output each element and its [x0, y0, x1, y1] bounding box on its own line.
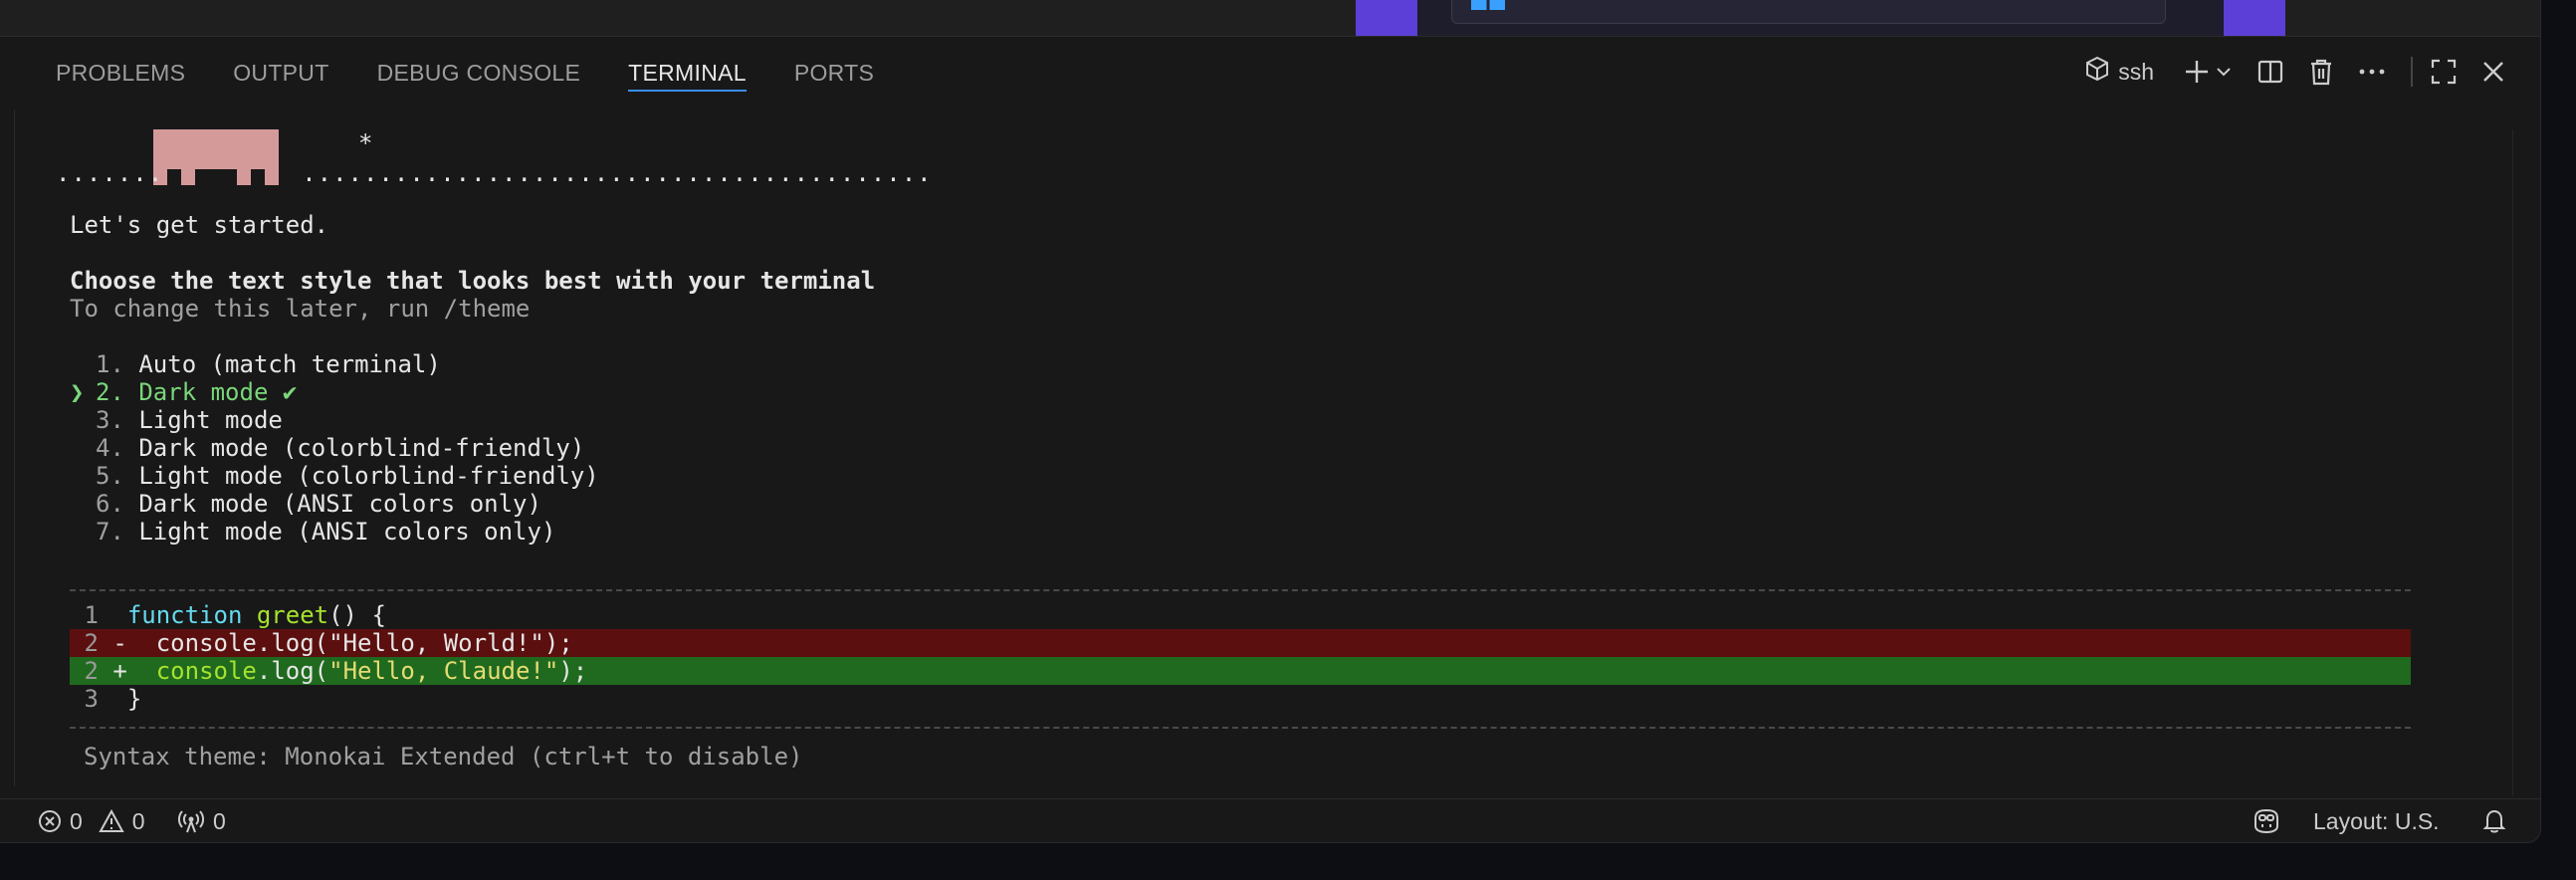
vscode-window: PROBLEMS OUTPUT DEBUG CONSOLE TERMINAL P… [0, 0, 2541, 843]
new-terminal-button[interactable] [2184, 54, 2210, 90]
tab-problems[interactable]: PROBLEMS [56, 52, 185, 92]
trash-icon [2311, 59, 2331, 86]
kill-terminal-button[interactable] [2309, 54, 2333, 90]
code-line-1: 1 function greet() { [84, 601, 386, 629]
warning-icon [99, 809, 124, 832]
panel-actions: ssh [2086, 54, 2504, 90]
syntax-theme-note: Syntax theme: Monokai Extended (ctrl+t t… [84, 743, 803, 770]
tab-debug-console[interactable]: DEBUG CONSOLE [377, 52, 581, 92]
terminal-output[interactable]: ....... ................................… [0, 119, 2508, 786]
close-icon [2483, 62, 2503, 82]
problems-status[interactable]: 0 0 [38, 807, 145, 835]
terminal-dropdown-button[interactable] [2216, 54, 2232, 90]
notifications-button[interactable] [2482, 807, 2506, 835]
terminal-profile-button[interactable]: ssh [2086, 54, 2154, 90]
banner-star: * [358, 129, 373, 157]
broadcast-icon [178, 810, 204, 833]
close-panel-button[interactable] [2482, 54, 2504, 90]
code-line-3: 3 } [84, 685, 142, 713]
ports-status[interactable]: 0 [177, 807, 226, 835]
tab-terminal[interactable]: TERMINAL [628, 52, 747, 92]
terminal-profile-label: ssh [2118, 58, 2154, 85]
windows-logo-icon [1471, 0, 1505, 10]
code-line-added: 2 + console.log("Hello, Claude!"); [70, 657, 2411, 685]
theme-option[interactable]: 6. Dark mode (ANSI colors only) [96, 490, 541, 518]
intro-text: Let's get started. [70, 211, 329, 239]
status-bar: 0 0 0 Layout: U.S. [0, 798, 2540, 842]
terminal-profile-icon [2086, 56, 2109, 87]
theme-option[interactable]: 1. Auto (match terminal) [96, 350, 441, 378]
actions-separator [2411, 57, 2413, 87]
chevron-down-icon [2217, 68, 2231, 77]
bell-icon [2482, 809, 2506, 833]
remote-window-field [1451, 0, 2166, 24]
split-terminal-button[interactable] [2257, 54, 2283, 90]
keyboard-layout-status[interactable]: Layout: U.S. [2313, 807, 2440, 835]
preview-top-divider [70, 589, 2411, 591]
preview-bottom-divider [70, 727, 2411, 729]
terminal-scrollbar[interactable] [2512, 129, 2540, 796]
ellipsis-icon [2359, 69, 2385, 75]
theme-hint: To change this later, run /theme [70, 295, 531, 323]
code-line-removed: 2 - console.log("Hello, World!"); [70, 629, 2411, 657]
tab-output[interactable]: OUTPUT [233, 52, 328, 92]
theme-heading: Choose the text style that looks best wi… [70, 267, 876, 295]
editor-top-strip [0, 0, 2540, 37]
theme-option[interactable]: 4. Dark mode (colorblind-friendly) [96, 434, 584, 462]
panel-tabs: PROBLEMS OUTPUT DEBUG CONSOLE TERMINAL P… [56, 52, 874, 92]
theme-option[interactable]: 3. Light mode [96, 406, 283, 434]
copilot-icon [2254, 808, 2278, 834]
error-count: 0 [70, 807, 83, 834]
error-icon [39, 810, 61, 832]
theme-option[interactable]: 5. Light mode (colorblind-friendly) [96, 462, 599, 490]
more-actions-button[interactable] [2359, 54, 2385, 90]
maximize-icon [2431, 59, 2457, 85]
tab-ports[interactable]: PORTS [794, 52, 874, 92]
maximize-panel-button[interactable] [2431, 54, 2457, 90]
plus-icon [2186, 61, 2208, 83]
split-icon [2257, 60, 2283, 84]
theme-option[interactable]: 7. Light mode (ANSI colors only) [96, 518, 555, 546]
warning-count: 0 [131, 807, 145, 834]
theme-option-selected[interactable]: 2. Dark mode ✔ [96, 378, 297, 406]
selection-cursor: ❯ [70, 378, 85, 406]
ports-count: 0 [213, 807, 226, 834]
banner-dots: ....... ................................… [56, 159, 933, 187]
copilot-status[interactable] [2252, 807, 2281, 835]
